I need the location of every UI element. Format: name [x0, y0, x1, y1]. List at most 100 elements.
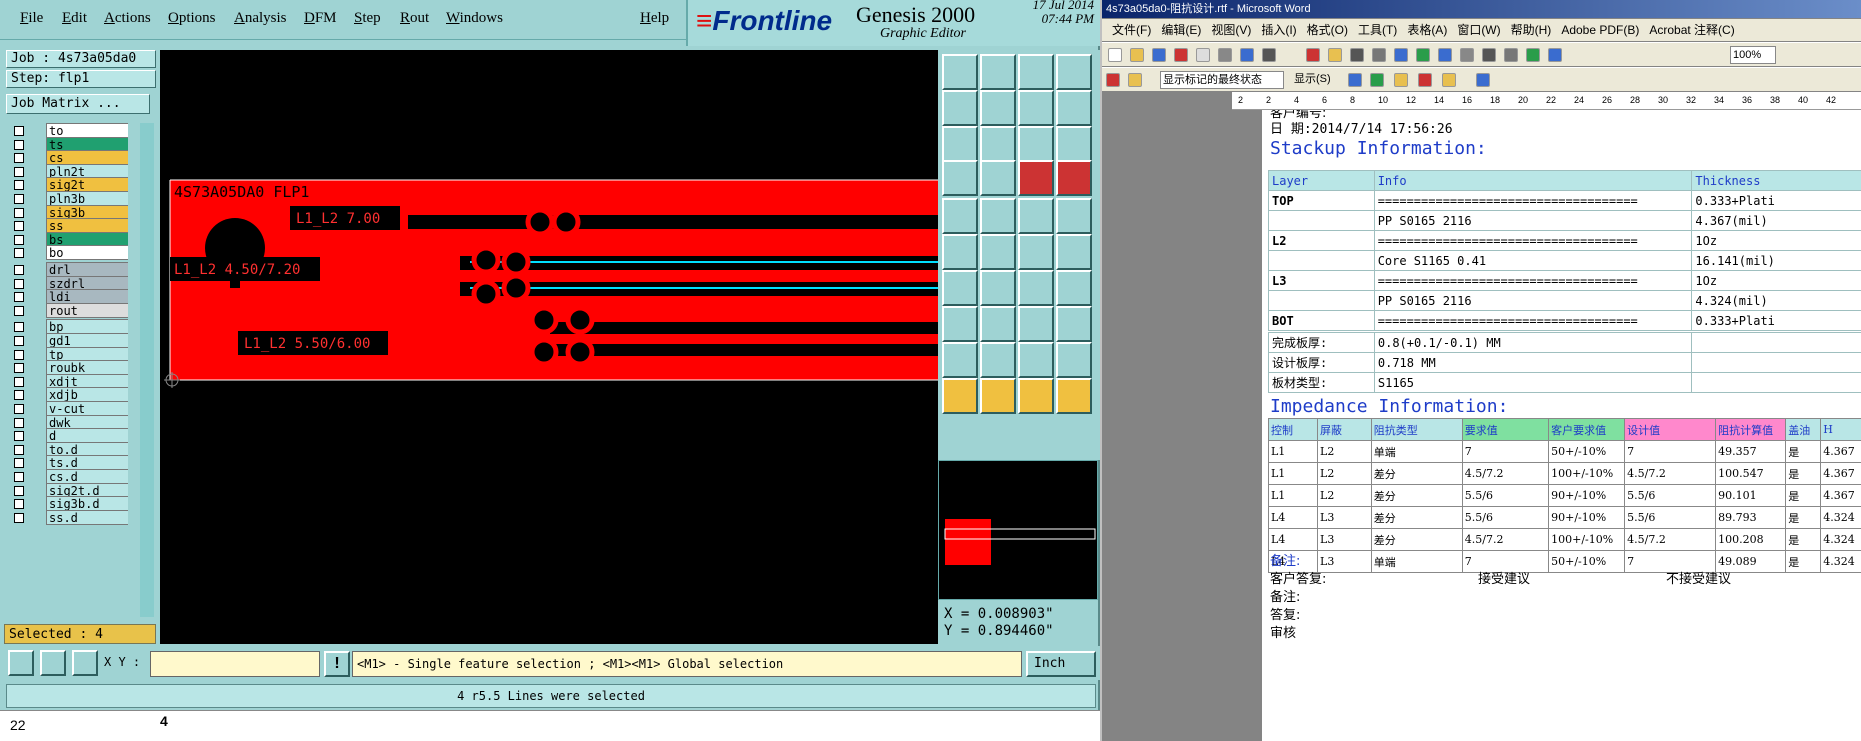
layer-checkbox[interactable]: [14, 485, 24, 496]
minus-icon[interactable]: [980, 306, 1016, 342]
word-menu-item[interactable]: 帮助(H): [1511, 23, 1552, 37]
select-poly-icon[interactable]: [1018, 378, 1054, 414]
markup-mode-select[interactable]: 显示标记的最终状态: [1160, 71, 1284, 89]
cross-icon[interactable]: [980, 234, 1016, 270]
measure-ruler-icon[interactable]: [1018, 198, 1054, 234]
view-icon[interactable]: [942, 160, 978, 196]
word-menu-item[interactable]: 视图(V): [1211, 23, 1251, 37]
layer-checkbox[interactable]: [14, 512, 24, 523]
accept-option[interactable]: 接受建议: [1478, 568, 1530, 587]
review-button-icon[interactable]: [1370, 73, 1384, 87]
arrow-split-icon[interactable]: [1056, 342, 1092, 378]
toolbar-button-icon[interactable]: [1394, 48, 1408, 62]
layer-checkbox[interactable]: [14, 349, 24, 360]
arrow-fill-icon[interactable]: [1018, 342, 1054, 378]
toolbar-button-icon[interactable]: [1152, 48, 1166, 62]
toolbar-button-icon[interactable]: [1218, 48, 1232, 62]
word-menu-item[interactable]: Adobe PDF(B): [1561, 23, 1639, 37]
redo-icon[interactable]: [1056, 90, 1092, 126]
layer-checkbox[interactable]: [14, 458, 24, 469]
review-button-icon[interactable]: [1128, 73, 1142, 87]
layer-list-scrollbar[interactable]: [140, 123, 154, 617]
xy-input[interactable]: [150, 651, 320, 677]
toolbar-button-icon[interactable]: [1240, 48, 1254, 62]
layer-checkbox[interactable]: [14, 139, 24, 150]
layer-checkbox[interactable]: [14, 180, 24, 191]
net-connect-icon[interactable]: [1056, 160, 1092, 196]
toolbar-button-icon[interactable]: [1482, 48, 1496, 62]
layer-checkbox[interactable]: [14, 363, 24, 374]
layer-checkbox[interactable]: [14, 499, 24, 510]
document-page[interactable]: 客户编号: 日 期:2014/7/14 17:56:26 Stackup Inf…: [1262, 110, 1861, 741]
move-icon[interactable]: [1018, 306, 1054, 342]
menu-dfm[interactable]: DFM: [304, 10, 337, 27]
reject-option[interactable]: 不接受建议: [1666, 568, 1731, 587]
layer-checkbox[interactable]: [14, 126, 24, 136]
select-net-icon[interactable]: [1056, 378, 1092, 414]
rotate-icon[interactable]: [1018, 270, 1054, 306]
grid-icon[interactable]: [72, 650, 98, 676]
net-icon[interactable]: [1018, 160, 1054, 196]
triangle-icon[interactable]: [942, 342, 978, 378]
menu-options[interactable]: Options: [168, 10, 216, 27]
angle-icon[interactable]: [942, 270, 978, 306]
bbox-icon[interactable]: [942, 306, 978, 342]
horizontal-ruler[interactable]: 2 2 4 6 8 10 12 14 16 18 20 22 24 26 28 30 32 34 36 38 40 42: [1232, 92, 1861, 110]
layer-row[interactable]: bo: [8, 245, 128, 261]
pad-icon[interactable]: [1056, 198, 1092, 234]
toolbar-button-icon[interactable]: [1328, 48, 1342, 62]
job-matrix-button[interactable]: Job Matrix ...: [6, 94, 150, 114]
menu-rout[interactable]: Rout: [400, 10, 429, 27]
toolbar-button-icon[interactable]: [1174, 48, 1188, 62]
review-button-icon[interactable]: [1348, 73, 1362, 87]
graphic-canvas[interactable]: 4S73A05DA0 FLP1 L1_L2 7.00 L1_L2 4.50/7.…: [160, 50, 938, 644]
line-add-icon[interactable]: [1018, 234, 1054, 270]
query-icon[interactable]: [1056, 126, 1092, 162]
layer-checkbox[interactable]: [14, 305, 24, 316]
layer-checkbox[interactable]: [14, 376, 24, 387]
import-icon[interactable]: [980, 54, 1016, 90]
node-icon[interactable]: [942, 234, 978, 270]
unit-select[interactable]: Inch: [1026, 651, 1096, 677]
review-button-icon[interactable]: [1418, 73, 1432, 87]
zoom-select[interactable]: 100%: [1730, 46, 1776, 64]
toolbar-button-icon[interactable]: [1262, 48, 1276, 62]
layer-checkbox[interactable]: [14, 166, 24, 177]
layer-row[interactable]: rout: [8, 302, 128, 319]
slash-icon[interactable]: [980, 270, 1016, 306]
layer-checkbox[interactable]: [14, 390, 24, 401]
measure-icon[interactable]: [40, 650, 66, 676]
step-in-icon[interactable]: [942, 90, 978, 126]
layer-checkbox[interactable]: [14, 265, 24, 275]
review-button-icon[interactable]: [1394, 73, 1408, 87]
word-menu-item[interactable]: 编辑(E): [1161, 23, 1201, 37]
menu-actions[interactable]: Actions: [104, 10, 151, 27]
layer-checkbox[interactable]: [14, 417, 24, 428]
pad-add-icon[interactable]: [942, 198, 978, 234]
toolbar-button-icon[interactable]: [1438, 48, 1452, 62]
menu-file[interactable]: File: [20, 10, 43, 27]
word-menu-item[interactable]: Acrobat 注释(C): [1649, 23, 1734, 37]
polygon-icon[interactable]: [980, 198, 1016, 234]
menu-edit[interactable]: Edit: [62, 10, 87, 27]
select-region-icon[interactable]: [980, 378, 1016, 414]
toolbar-button-icon[interactable]: [1460, 48, 1474, 62]
layer-checkbox[interactable]: [14, 431, 24, 442]
layer-checkbox[interactable]: [14, 278, 24, 289]
word-menu-item[interactable]: 窗口(W): [1457, 23, 1500, 37]
layer-row[interactable]: ss.d: [8, 509, 128, 526]
menu-windows[interactable]: Windows: [446, 10, 503, 27]
toolbar-button-icon[interactable]: [1526, 48, 1540, 62]
layer-checkbox[interactable]: [14, 322, 24, 333]
export-icon[interactable]: [942, 54, 978, 90]
toolbar-button-icon[interactable]: [1416, 48, 1430, 62]
snap-icon[interactable]: [8, 650, 34, 676]
review-button-icon[interactable]: [1442, 73, 1456, 87]
toolbar-button-icon[interactable]: [1372, 48, 1386, 62]
home-icon[interactable]: [1018, 54, 1054, 90]
layer-checkbox[interactable]: [14, 444, 24, 455]
layer-checkbox[interactable]: [14, 404, 24, 414]
word-menu-item[interactable]: 插入(I): [1261, 23, 1296, 37]
zoom-in-icon[interactable]: [980, 126, 1016, 162]
arrow-up-icon[interactable]: [980, 342, 1016, 378]
